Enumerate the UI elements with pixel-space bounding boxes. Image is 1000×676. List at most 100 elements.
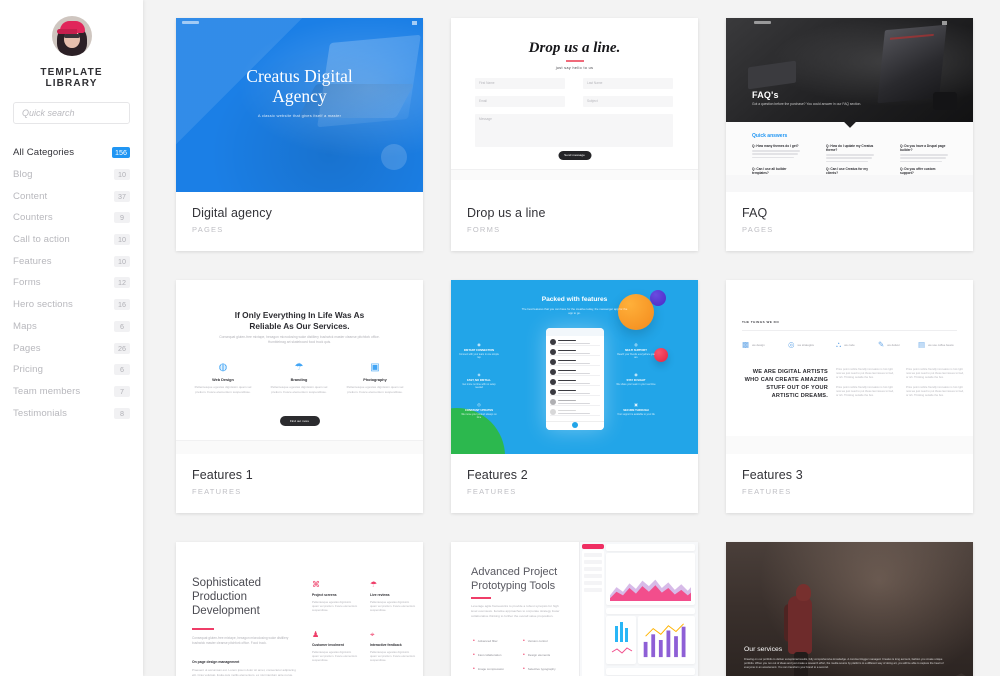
- thumbnail-faq: FAQ's Got a question before the purchase…: [726, 18, 973, 192]
- preview-subheading: Got a question before the purchase? You …: [752, 102, 862, 106]
- sidebar-item-features[interactable]: Features 10: [13, 250, 130, 272]
- sidebar-item-pricing[interactable]: Pricing 6: [13, 359, 130, 381]
- check-item: Selective typography: [523, 666, 556, 672]
- template-card-features-3[interactable]: THE THINGS WE DO ▩ we design ◎ we strate…: [726, 280, 973, 513]
- feature-title: STAY IN SIGHT: [626, 379, 646, 382]
- thumbnail-features-1: If Only Everything In Life Was As Reliab…: [176, 280, 423, 454]
- preview-heading: Advanced Project Prototyping Tools: [471, 566, 558, 592]
- faq-hero: [726, 18, 973, 122]
- paragraph-column: Price point mobile friendly innovation i…: [836, 368, 894, 404]
- feature-name: Customer involment: [312, 643, 344, 647]
- camera-icon: ▣: [370, 362, 380, 373]
- template-grid-area: Creatus Digital Agency A classic website…: [143, 0, 1000, 676]
- icon-label: we design: [752, 342, 765, 347]
- feature-item: ⌘ Project screens Pellentesque egestas d…: [312, 580, 358, 613]
- icon-label: we deliver: [887, 342, 900, 347]
- feature-item: ◉ STAY IN SIGHT We share your team in yo…: [616, 372, 656, 386]
- icon-item: ◎ we strategize: [788, 340, 814, 349]
- devices-icon: ◍: [634, 342, 638, 347]
- sidebar-item-testimonials[interactable]: Testimonials 8: [13, 402, 130, 424]
- pin-icon: ⌖: [370, 630, 375, 639]
- dashboard-sidebar: [582, 550, 604, 676]
- template-card-features-2[interactable]: Packed with features The best features t…: [451, 280, 698, 513]
- sidebar-item-all-categories[interactable]: All Categories 156: [13, 142, 130, 164]
- feature-item: ▣ SECURE THROUGH Your support is availab…: [616, 402, 656, 416]
- sidebar-item-label: Forms: [13, 277, 41, 289]
- card-category: FEATURES: [467, 487, 517, 496]
- dashboard-preview: [579, 542, 698, 676]
- feature-item: ◎ CONSTANT UPDATES We move your product …: [459, 402, 499, 420]
- sidebar-item-label: Features: [13, 255, 52, 267]
- jacket-shape: [788, 596, 812, 654]
- form-field-message: Message: [475, 114, 673, 147]
- preview-heading: Packed with features: [541, 296, 608, 303]
- lock-icon: ▣: [634, 402, 638, 407]
- umbrella-icon: ☂: [294, 362, 304, 373]
- sidebar-item-count: 8: [114, 407, 130, 419]
- sidebar-item-count: 9: [114, 212, 130, 224]
- template-card-digital-agency[interactable]: Creatus Digital Agency A classic website…: [176, 18, 423, 251]
- compose-fab-icon: [571, 422, 578, 428]
- sidebar-item-blog[interactable]: Blog 10: [13, 164, 130, 186]
- preview-tagline: just say hello to us: [555, 66, 594, 70]
- sidebar-item-forms[interactable]: Forms 12: [13, 272, 130, 294]
- preview-logo: [182, 21, 199, 24]
- preview-heading: Our services: [744, 646, 783, 653]
- hamburger-icon: [412, 21, 417, 25]
- template-card-faq[interactable]: FAQ's Got a question before the purchase…: [726, 18, 973, 251]
- sidebar-item-maps[interactable]: Maps 6: [13, 316, 130, 338]
- form-field-subject: Subject: [583, 96, 673, 107]
- template-card-features-1[interactable]: If Only Everything In Life Was As Reliab…: [176, 280, 423, 513]
- preview-lead: Leverage agile frameworks to provide a r…: [471, 604, 560, 618]
- feature-text: We share your team in your real time: [616, 383, 656, 386]
- dashboard-area-chart: [606, 553, 695, 605]
- icon-label: we code: [844, 342, 855, 347]
- card-title: Features 2: [467, 468, 528, 482]
- check-item: Fast collaboration: [473, 652, 502, 658]
- sidebar-item-team-members[interactable]: Team members 7: [13, 381, 130, 403]
- card-category: FEATURES: [742, 487, 792, 496]
- feature-text: Pellentesque egestas dignissim quam vel …: [346, 385, 404, 394]
- sidebar: TEMPLATE LIBRARY All Categories 156 Blog 10…: [0, 0, 143, 676]
- template-grid: Creatus Digital Agency A classic website…: [176, 18, 983, 676]
- feature-title: CONSTANT UPDATES: [464, 409, 494, 412]
- template-card-our-services[interactable]: Our services Drawing on our portfolio to…: [726, 542, 973, 676]
- sidebar-item-label: Pricing: [13, 364, 44, 376]
- preview-heading: Sophisticated Production Development: [192, 577, 262, 617]
- card-footer: Digital agency PAGES: [176, 192, 423, 251]
- search-input[interactable]: [13, 102, 130, 124]
- template-card-drop-us-a-line[interactable]: Drop us a line. just say hello to us Fir…: [451, 18, 698, 251]
- sidebar-item-count: 26: [114, 342, 130, 354]
- phone-bottombar: [545, 421, 604, 430]
- card-footer: Drop us a line FORMS: [451, 192, 698, 251]
- card-title: Features 3: [742, 468, 803, 482]
- avatar-sunglasses: [63, 34, 80, 38]
- avatar[interactable]: [51, 16, 92, 56]
- camera-shape: [933, 92, 957, 110]
- thumbnail-drop-us-a-line: Drop us a line. just say hello to us Fir…: [451, 18, 698, 192]
- sidebar-item-content[interactable]: Content 37: [13, 185, 130, 207]
- template-card-advanced-project[interactable]: Advanced Project Prototyping Tools Lever…: [451, 542, 698, 676]
- sidebar-item-call-to-action[interactable]: Call to action 10: [13, 229, 130, 251]
- preview-subheading: A classic website that gives itself a ma…: [257, 113, 342, 118]
- phone-mockup: [545, 328, 604, 430]
- icon-item: ✎ we deliver: [878, 340, 900, 349]
- preview-heading: Creatus Digital Agency: [246, 66, 353, 106]
- hood-shape: [796, 584, 811, 601]
- card-footer: Features 2 FEATURES: [451, 454, 698, 513]
- books-shape: [748, 60, 796, 90]
- preview-lead: Consequat gluten-free mixtape, hexagon m…: [219, 335, 380, 344]
- sidebar-item-counters[interactable]: Counters 9: [13, 207, 130, 229]
- icon-item: ▩ we design: [742, 340, 765, 349]
- red-sphere-shape: [654, 348, 668, 362]
- template-card-sophisticated-production[interactable]: Sophisticated Production Development Con…: [176, 542, 423, 676]
- area-chart: [610, 575, 691, 601]
- paragraph: Price point mobile friendly innovation i…: [906, 368, 964, 379]
- sidebar-item-count: 156: [112, 147, 130, 159]
- check-item: Advanced filter: [473, 638, 498, 644]
- sidebar-item-pages[interactable]: Pages 26: [13, 337, 130, 359]
- feature-name: Live reviews: [370, 593, 390, 597]
- card-category: FORMS: [467, 225, 501, 234]
- sidebar-item-count: 7: [114, 385, 130, 397]
- sidebar-item-hero-sections[interactable]: Hero sections 16: [13, 294, 130, 316]
